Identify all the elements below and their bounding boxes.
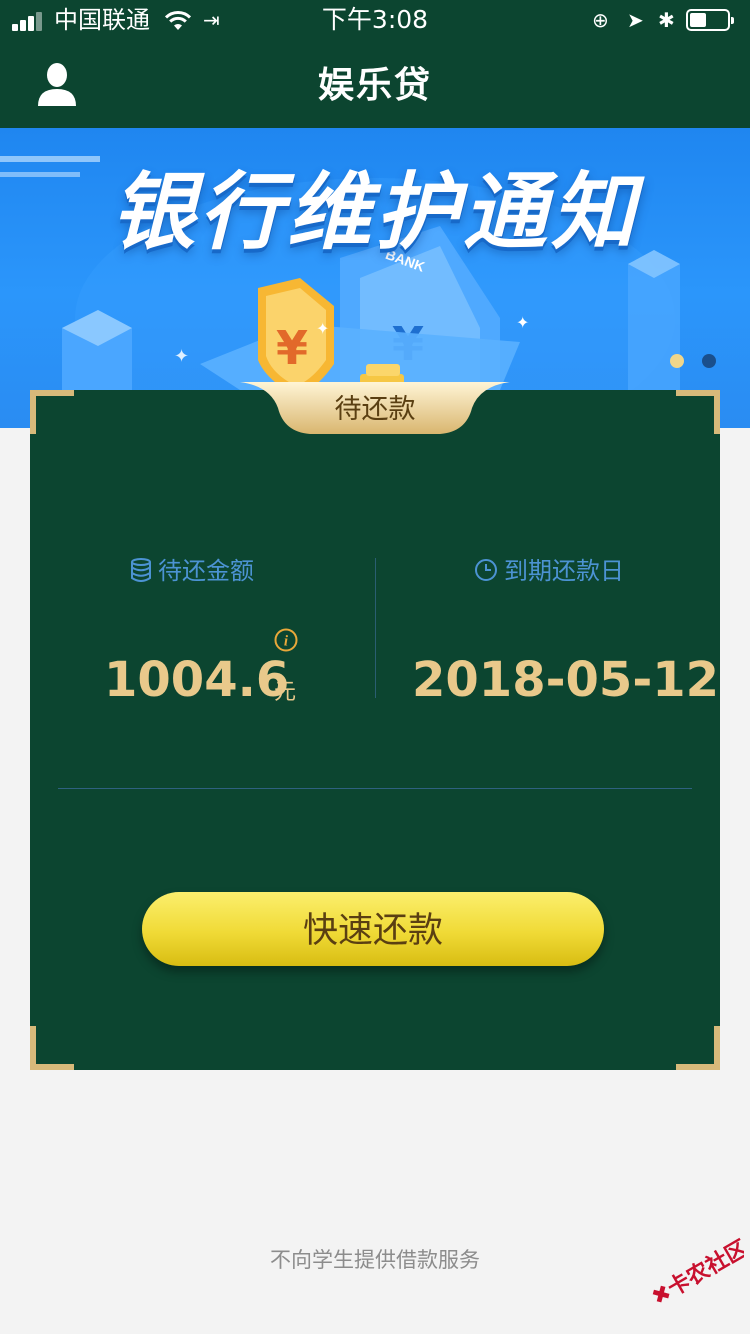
footer-note: 不向学生提供借款服务 — [270, 1248, 480, 1272]
corner-ornament — [30, 1026, 74, 1070]
corner-ornament — [676, 1026, 720, 1070]
orientation-lock-icon: ⊕ — [592, 8, 609, 32]
corner-ornament — [30, 390, 74, 434]
coins-icon — [131, 558, 151, 582]
section-divider — [58, 788, 692, 789]
status-tag: 待还款 — [334, 394, 416, 425]
battery-icon — [686, 9, 734, 31]
amount-unit: 元 — [274, 680, 297, 705]
svg-text:✦: ✦ — [516, 313, 529, 332]
due-date-label-text: 到期还款日 — [504, 557, 624, 585]
corner-ornament — [676, 390, 720, 434]
status-bar: 中国联通 ⇥ 下午3:08 ⊕ ➤ ✱ — [0, 0, 750, 40]
clock-icon — [475, 559, 497, 581]
bluetooth-icon: ✱ — [658, 8, 675, 32]
due-date-value: 2018-05-12 — [412, 652, 720, 708]
watermark-logo: ✖卡农社区 — [647, 1235, 744, 1311]
column-divider — [375, 558, 376, 698]
amount-label: 待还金额 — [130, 554, 254, 588]
top-bar: 中国联通 ⇥ 下午3:08 ⊕ ➤ ✱ 娱乐贷 — [0, 0, 750, 128]
page-title: 娱乐贷 — [317, 65, 432, 106]
due-date-label: 到期还款日 — [474, 554, 624, 588]
svg-text:✖卡农社区: ✖卡农社区 — [647, 1235, 744, 1311]
quick-repay-button[interactable]: 快速还款 — [142, 892, 604, 966]
repayment-card: 待还款 待还金额 到期还款日 i 1004.6 元 2018-05-12 快速还… — [30, 382, 720, 1070]
carousel-dot[interactable] — [670, 354, 684, 368]
amount-value: 1004.6 — [104, 652, 290, 708]
banner-title: 银行维护通知 — [110, 163, 639, 261]
carousel-dot[interactable] — [702, 354, 716, 368]
location-icon: ➤ — [627, 8, 644, 32]
amount-label-text: 待还金额 — [158, 557, 254, 585]
svg-text:✦: ✦ — [316, 319, 329, 338]
svg-text:¥: ¥ — [276, 321, 308, 375]
svg-text:✦: ✦ — [174, 346, 189, 367]
